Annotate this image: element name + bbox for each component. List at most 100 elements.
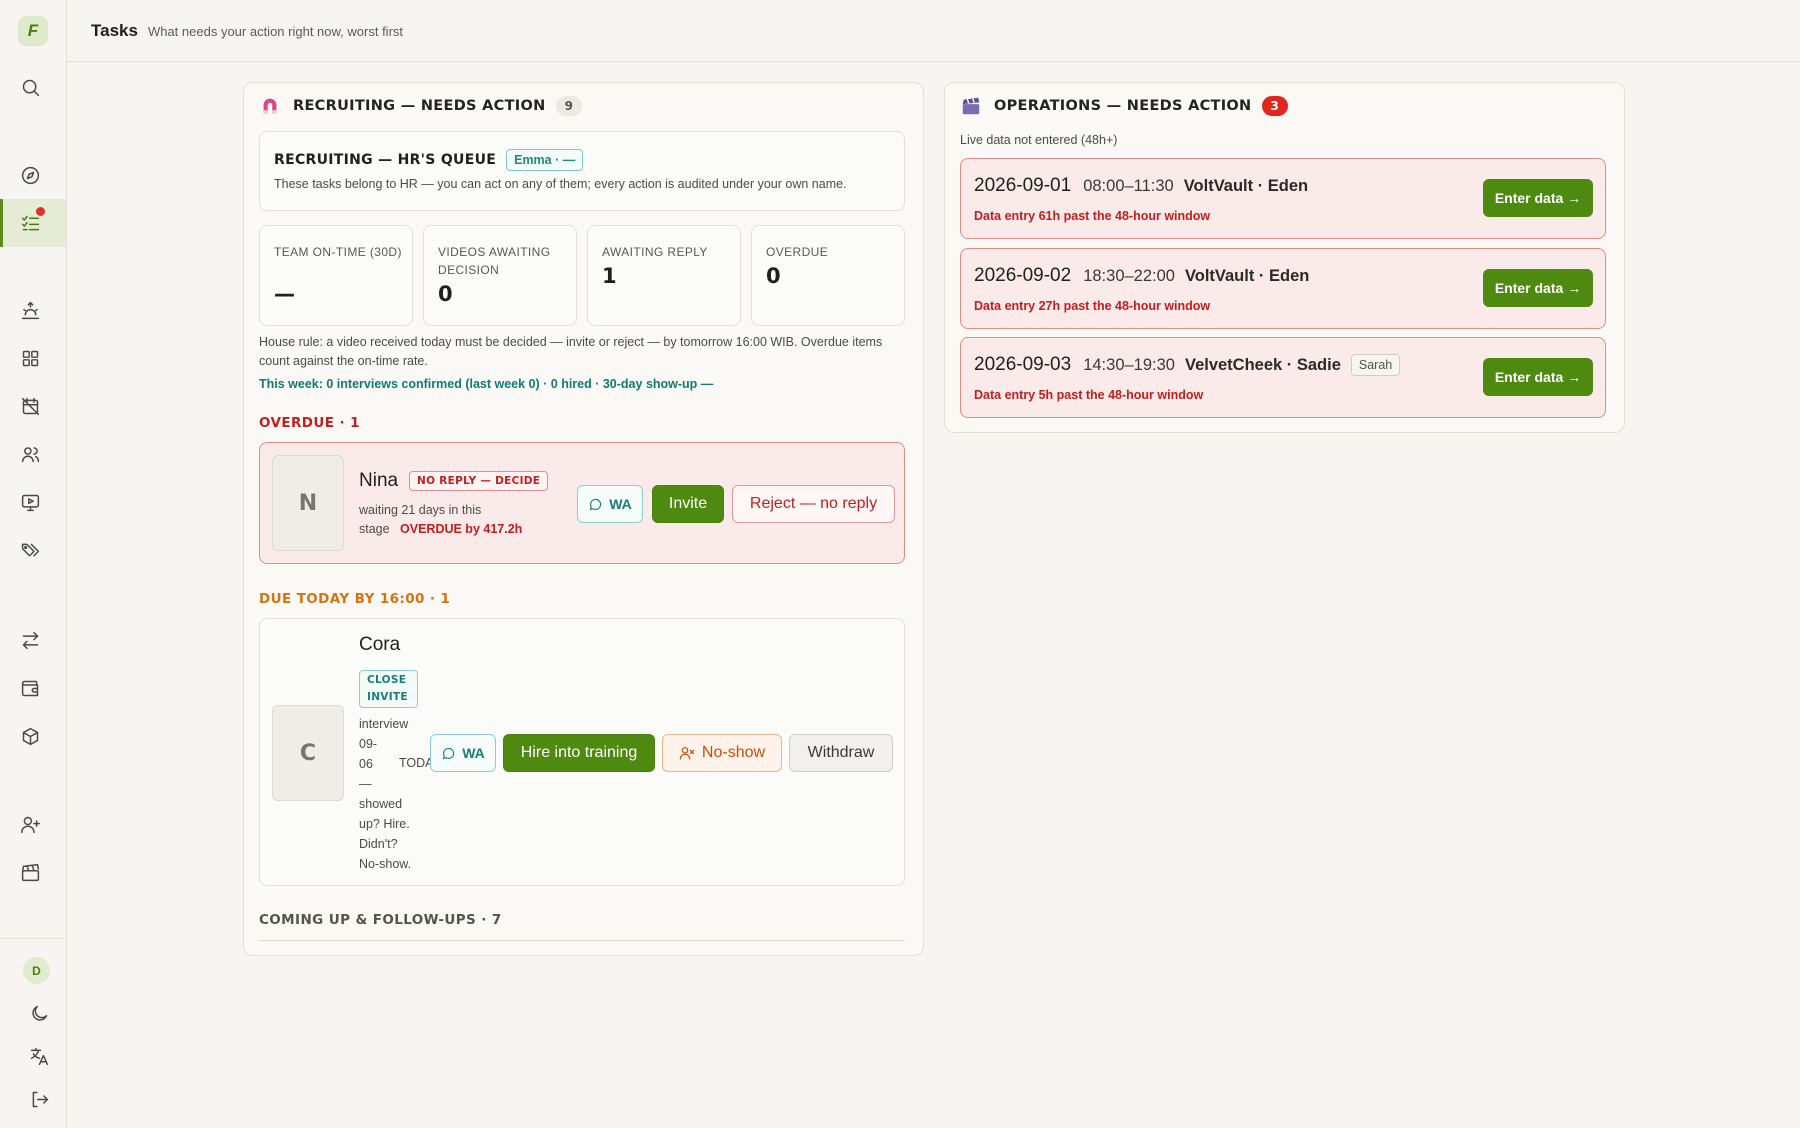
enter-data-button[interactable]: Enter data → — [1483, 179, 1593, 217]
status-badge-line: INVITE — [367, 691, 408, 703]
operations-panel: OPERATIONS — NEEDS ACTION 3 Live data no… — [944, 82, 1625, 433]
recruiting-header: RECRUITING — NEEDS ACTION 9 — [259, 95, 582, 117]
calendar-off-icon[interactable] — [14, 390, 46, 422]
session-brand-host: VelvetCheek · Sadie — [1184, 356, 1341, 374]
overdue-warning: Data entry 61h past the 48-hour window — [974, 209, 1211, 223]
hr-queue-title: RECRUITING — HR'S QUEUE — [274, 152, 497, 168]
session-brand-host: VoltVault · Eden — [1183, 177, 1309, 195]
candidate-name[interactable]: Nina — [359, 470, 398, 492]
sidebar-divider — [0, 938, 66, 939]
sidebar: F D — [0, 0, 67, 1128]
owner-pill[interactable]: Emma · — — [506, 149, 584, 171]
hire-into-training-button[interactable]: Hire into training — [503, 734, 655, 772]
live-data-line: 2026-09-02 18:30–22:00 VoltVault · Eden — [974, 265, 1309, 287]
session-time: 14:30–19:30 — [1083, 356, 1175, 374]
stat-label: TEAM ON-TIME (30D) — [274, 245, 402, 259]
stat-label: VIDEOS AWAITING DECISION — [438, 245, 551, 277]
clapperboard-icon[interactable] — [14, 856, 46, 888]
candidate-card-nina: N Nina NO REPLY — DECIDE waiting 21 days… — [259, 442, 905, 564]
chat-bubble-icon — [442, 747, 455, 759]
live-data-line: 2026-09-03 14:30–19:30 VelvetCheek · Sad… — [974, 354, 1401, 376]
live-data-item: 2026-09-02 18:30–22:00 VoltVault · Eden … — [960, 248, 1606, 329]
grid-icon[interactable] — [14, 342, 46, 374]
overdue-warning: Data entry 5h past the 48-hour window — [974, 388, 1204, 402]
stat-overdue: OVERDUE 0 — [751, 225, 905, 326]
session-time: 18:30–22:00 — [1083, 267, 1175, 285]
whatsapp-button[interactable]: WA — [430, 734, 496, 772]
whatsapp-label: WA — [609, 496, 632, 512]
session-time: 08:00–11:30 — [1083, 177, 1174, 195]
operations-subtitle: Live data not entered (48h+) — [960, 133, 1118, 147]
package-icon[interactable] — [14, 720, 46, 752]
live-data-item: 2026-09-03 14:30–19:30 VelvetCheek · Sad… — [960, 337, 1606, 418]
stat-value: 1 — [602, 264, 617, 288]
whatsapp-button[interactable]: WA — [577, 485, 643, 523]
meta-line: interview — [359, 717, 409, 731]
compass-icon[interactable] — [14, 159, 46, 191]
status-badge: NO REPLY — DECIDE — [409, 471, 549, 491]
operations-count-badge: 3 — [1261, 96, 1288, 116]
user-plus-icon[interactable] — [14, 808, 46, 840]
overdue-section-title: OVERDUE · 1 — [259, 415, 360, 431]
magnet-icon — [263, 98, 277, 114]
this-week-summary: This week: 0 interviews confirmed (last … — [259, 377, 714, 391]
withdraw-button[interactable]: Withdraw — [789, 734, 893, 772]
stat-team-on-time: TEAM ON-TIME (30D) — — [259, 225, 413, 326]
status-badge-line: CLOSE — [367, 674, 407, 686]
monitor-play-icon[interactable] — [14, 486, 46, 518]
user-avatar[interactable]: D — [23, 957, 50, 984]
page-subtitle: What needs your action right now, worst … — [147, 24, 404, 39]
hr-queue-box: RECRUITING — HR'S QUEUE Emma · — These t… — [259, 131, 905, 211]
stat-label: OVERDUE — [766, 245, 829, 259]
moon-icon[interactable] — [23, 997, 55, 1029]
wait-line-1: waiting 21 days in this — [359, 503, 482, 517]
live-data-item: 2026-09-01 08:00–11:30 VoltVault · Eden … — [960, 158, 1606, 239]
page-header: Tasks What needs your action right now, … — [67, 0, 1800, 62]
operations-title: OPERATIONS — NEEDS ACTION — [994, 98, 1252, 114]
candidate-meta: interview 09- 06 — showed up? Hire. Didn… — [359, 714, 419, 874]
transfer-icon[interactable] — [14, 624, 46, 656]
sunrise-icon[interactable] — [14, 294, 46, 326]
meta-line: No-show. — [359, 857, 412, 871]
recruiting-title: RECRUITING — NEEDS ACTION — [293, 98, 546, 114]
stat-label: AWAITING REPLY — [602, 245, 708, 259]
wallet-icon[interactable] — [14, 672, 46, 704]
page-title: Tasks — [91, 20, 138, 40]
clapperboard-icon — [962, 97, 980, 115]
wait-stage: stage — [359, 522, 390, 536]
overdue-by-label: OVERDUE by 417.2h — [400, 522, 523, 536]
user-x-icon — [679, 747, 695, 760]
wait-line-2: stage OVERDUE by 417.2h — [359, 520, 522, 539]
candidate-name[interactable]: Cora — [359, 634, 400, 656]
candidate-initial: N — [272, 455, 344, 551]
session-date: 2026-09-01 — [974, 175, 1072, 196]
no-show-button[interactable]: No-show — [662, 734, 782, 772]
enter-data-button[interactable]: Enter data → — [1483, 269, 1593, 307]
hr-queue-header: RECRUITING — HR'S QUEUE Emma · — — [274, 149, 584, 171]
session-date: 2026-09-02 — [974, 265, 1072, 286]
stat-value: 0 — [766, 264, 781, 288]
tags-icon[interactable] — [14, 534, 46, 566]
app-logo[interactable]: F — [18, 16, 48, 46]
stat-videos-awaiting: VIDEOS AWAITING DECISION 0 — [423, 225, 577, 326]
users-icon[interactable] — [14, 438, 46, 470]
enter-data-button[interactable]: Enter data → — [1483, 358, 1593, 396]
overdue-warning: Data entry 27h past the 48-hour window — [974, 299, 1211, 313]
translate-icon[interactable] — [23, 1040, 55, 1072]
session-brand-host: VoltVault · Eden — [1184, 267, 1310, 285]
invite-button[interactable]: Invite — [652, 485, 724, 523]
meta-line: 09- — [359, 737, 378, 751]
search-icon[interactable] — [14, 71, 46, 103]
reject-button[interactable]: Reject — no reply — [732, 485, 895, 523]
stat-value: 0 — [438, 282, 453, 306]
due-today-section-title: DUE TODAY BY 16:00 · 1 — [259, 591, 451, 607]
meta-line: — — [359, 777, 372, 791]
whatsapp-label: WA — [462, 745, 485, 761]
session-date: 2026-09-03 — [974, 354, 1072, 375]
coming-up-section-title: COMING UP & FOLLOW-UPS · 7 — [259, 912, 502, 928]
candidate-card-cora: Cora CLOSE INVITE C interview 09- 06 — s… — [259, 618, 905, 886]
section-divider — [259, 940, 905, 941]
logout-icon[interactable] — [23, 1083, 55, 1115]
candidate-initial: C — [272, 705, 344, 801]
assignee-pill: Sarah — [1350, 354, 1401, 376]
